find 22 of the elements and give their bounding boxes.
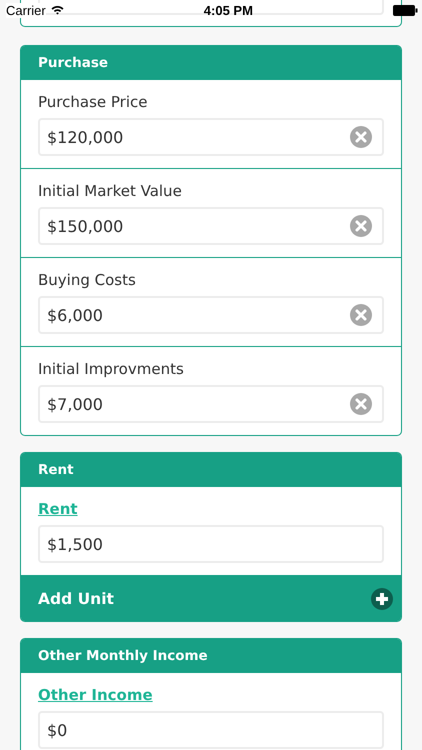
- field-label: Initial Improvments: [38, 359, 185, 379]
- add-icon: [371, 588, 393, 610]
- field-label: Initial Market Value: [38, 181, 183, 201]
- clear-icon[interactable]: [350, 215, 372, 237]
- input-field[interactable]: $120,000: [38, 118, 384, 156]
- section-header: Rent: [21, 453, 401, 487]
- input-field[interactable]: $1,500: [38, 525, 384, 563]
- input-field[interactable]: $7,000: [38, 385, 384, 423]
- input-field[interactable]: $6,000: [38, 296, 384, 334]
- section-header: Other Monthly Income: [21, 639, 401, 673]
- clear-icon[interactable]: [350, 126, 372, 148]
- clear-icon[interactable]: [350, 393, 372, 415]
- field-label: Purchase Price: [38, 92, 148, 112]
- carrier-name: Carrier: [6, 2, 46, 18]
- clear-icon[interactable]: [350, 304, 372, 326]
- input-field[interactable]: $0: [38, 711, 384, 749]
- wifi-icon: [50, 5, 64, 15]
- section-header: Purchase: [21, 46, 401, 80]
- clock-time: 4:05 PM: [204, 2, 253, 18]
- field-label: Buying Costs: [38, 270, 137, 290]
- battery-icon: [393, 4, 418, 16]
- input-field[interactable]: $150,000: [38, 207, 384, 245]
